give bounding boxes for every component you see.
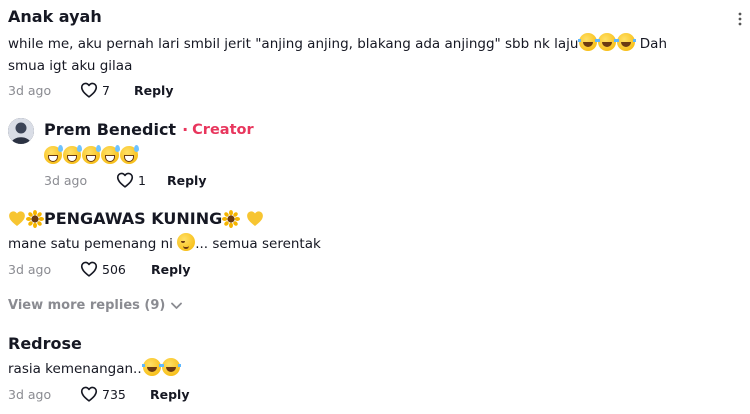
view-more-label: View more replies (9) xyxy=(8,298,166,313)
reply-button[interactable]: Reply xyxy=(134,83,173,98)
more-icon[interactable] xyxy=(736,12,744,26)
heart-outline-icon xyxy=(80,386,98,402)
like-count: 1 xyxy=(138,172,146,188)
sweat-smile-emoji-icon xyxy=(82,145,101,164)
heart-outline-icon xyxy=(116,172,134,188)
sweat-smile-emoji-icon xyxy=(120,145,139,164)
like-button[interactable]: 7 xyxy=(80,82,110,98)
chevron-down-icon xyxy=(171,302,183,309)
comment-username[interactable]: Redrose xyxy=(8,334,82,353)
like-button[interactable]: 1 xyxy=(116,172,146,188)
reply-button[interactable]: Reply xyxy=(167,173,206,188)
comment-text: mane satu pemenang ni ... semua serentak xyxy=(8,233,321,255)
view-more-replies-button[interactable]: View more replies (9) xyxy=(8,298,183,313)
laugh-emoji-icon xyxy=(597,33,618,51)
comment-timestamp: 3d ago xyxy=(8,387,52,402)
comment-header: Prem Benedict · Creator xyxy=(44,120,254,139)
reply-button[interactable]: Reply xyxy=(150,387,189,402)
laugh-emoji-icon xyxy=(160,358,181,376)
comment-username-row[interactable]: PENGAWAS KUNING xyxy=(8,209,264,228)
like-count: 735 xyxy=(102,386,126,402)
laugh-emoji-icon xyxy=(616,33,637,51)
like-button[interactable]: 506 xyxy=(80,261,126,277)
avatar-image xyxy=(8,118,34,144)
comment-username[interactable]: PENGAWAS KUNING xyxy=(44,209,222,228)
sweat-smile-emoji-icon xyxy=(101,145,120,164)
comment-timestamp: 3d ago xyxy=(8,83,52,98)
sweat-smile-emoji-icon xyxy=(63,145,82,164)
comment-username[interactable]: Prem Benedict xyxy=(44,120,176,139)
relieved-emoji-icon xyxy=(177,233,196,251)
like-count: 506 xyxy=(102,261,126,277)
comment-text xyxy=(44,145,139,165)
like-count: 7 xyxy=(102,82,110,98)
comment-timestamp: 3d ago xyxy=(8,262,52,277)
avatar[interactable] xyxy=(8,118,34,144)
comment-text: while me, aku pernah lari smbil jerit "a… xyxy=(8,33,728,77)
comment-username[interactable]: Anak ayah xyxy=(8,7,102,26)
comment-text: rasia kemenangan.. xyxy=(8,358,181,380)
heart-outline-icon xyxy=(80,261,98,277)
yellow-heart-icon xyxy=(9,211,25,226)
sunflower-icon xyxy=(222,209,241,228)
laugh-emoji-icon xyxy=(578,33,599,51)
reply-button[interactable]: Reply xyxy=(151,262,190,277)
sunflower-icon xyxy=(26,209,44,228)
sweat-smile-emoji-icon xyxy=(44,145,63,164)
heart-outline-icon xyxy=(80,82,98,98)
creator-badge: Creator xyxy=(192,121,254,138)
separator-dot: · xyxy=(182,120,189,139)
comment-timestamp: 3d ago xyxy=(44,173,88,188)
yellow-heart-icon xyxy=(247,211,264,226)
like-button[interactable]: 735 xyxy=(80,386,126,402)
laugh-emoji-icon xyxy=(141,358,162,376)
